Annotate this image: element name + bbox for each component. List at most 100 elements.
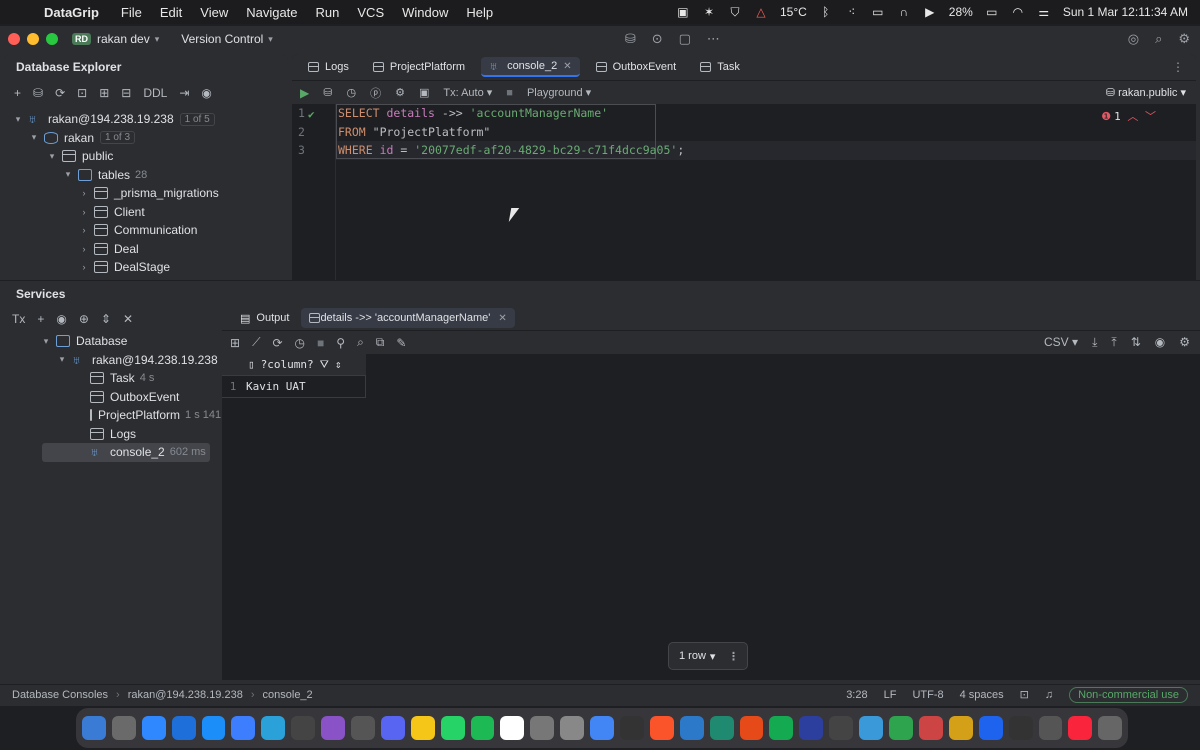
dock-app-icon[interactable] [918, 716, 943, 740]
tab-console-2[interactable]: ♅ console_2 ✕ [481, 57, 580, 77]
eye-icon[interactable]: ◉ [201, 86, 211, 100]
dock-app-icon[interactable] [1008, 716, 1033, 740]
breadcrumb-item[interactable]: rakan@194.238.19.238 [128, 689, 243, 701]
sort-icon[interactable]: ⇕ [335, 358, 342, 371]
cube-icon[interactable]: ▣ [676, 5, 690, 19]
tab-output[interactable]: ▤ Output [232, 308, 297, 328]
dock-app-icon[interactable] [859, 716, 884, 740]
dock-app-icon[interactable] [351, 716, 375, 740]
refresh-icon[interactable]: ⟳ [272, 336, 282, 350]
dock-app-icon[interactable] [410, 716, 435, 740]
expand-icon[interactable]: ▾ [12, 114, 24, 125]
dock-app-icon[interactable] [1038, 716, 1063, 740]
clock[interactable]: Sun 1 Mar 12:11:34 AM [1063, 5, 1188, 19]
table-icon[interactable]: ⊟ [121, 86, 131, 100]
close-icon[interactable]: ✕ [498, 313, 506, 324]
code-area[interactable]: 1 2 3 ✔ SELECT details ->> 'accountManag… [292, 104, 1196, 300]
dock-app-icon[interactable] [978, 716, 1003, 740]
menu-file[interactable]: File [121, 5, 142, 20]
project-switcher[interactable]: RD rakan dev ▾ [72, 32, 159, 46]
chart-icon[interactable]: ⟋ [252, 335, 260, 350]
expand-icon[interactable]: ▾ [56, 354, 68, 365]
expand-all-icon[interactable]: ⇕ [101, 312, 111, 326]
services-icon[interactable]: ⊙ [652, 31, 663, 47]
error-indicator[interactable]: ❶1 ︿ ﹀ [1101, 108, 1156, 124]
license-badge[interactable]: Non-commercial use [1069, 686, 1188, 703]
dock-app-icon[interactable] [769, 716, 794, 740]
search-icon[interactable]: ⌕ [1155, 31, 1162, 47]
schema-icon[interactable]: ⊞ [99, 86, 109, 100]
add-icon[interactable]: + [14, 86, 21, 100]
keyboard-icon[interactable]: ▭ [871, 5, 885, 19]
dock-app-icon[interactable] [201, 716, 226, 740]
tree-table[interactable]: › _prisma_migrations [4, 184, 288, 203]
breadcrumb-item[interactable]: console_2 [263, 689, 313, 701]
history-icon[interactable]: ◷ [346, 86, 356, 99]
table-row[interactable]: 1 Kavin UAT [222, 375, 366, 398]
compare-icon[interactable]: ⧉ [376, 335, 385, 350]
more-icon[interactable]: ⋯ [707, 31, 720, 47]
chevron-right-icon[interactable]: › [78, 225, 90, 235]
dock-app-icon[interactable] [321, 716, 346, 740]
dock-app-icon[interactable] [679, 716, 704, 740]
tab-outboxevent[interactable]: OutboxEvent [588, 57, 685, 77]
services-tree-session[interactable]: Logs [0, 425, 220, 444]
dock-app-icon[interactable] [889, 716, 913, 740]
ai-assistant-icon[interactable]: ◎ [1128, 31, 1139, 47]
settings-icon[interactable]: ⚙ [395, 86, 405, 99]
tree-connection[interactable]: ▾ ♅ rakan@194.238.19.238 1 of 5 [4, 110, 288, 129]
dock-app-icon[interactable] [1098, 716, 1123, 740]
dock-app-icon[interactable] [799, 716, 824, 740]
refresh-icon[interactable]: ⟳ [55, 86, 65, 100]
disconnect-icon[interactable]: ⊡ [77, 86, 87, 100]
caret-position[interactable]: 3:28 [846, 689, 867, 701]
tab-projectplatform[interactable]: ProjectPlatform [365, 57, 473, 77]
grid-view-icon[interactable]: ⊞ [230, 336, 240, 350]
dock-app-icon[interactable] [649, 716, 674, 740]
stop-icon[interactable]: ■ [317, 336, 324, 350]
jump-icon[interactable]: ⇥ [179, 86, 189, 100]
tree-database[interactable]: ▾ rakan 1 of 3 [4, 129, 288, 148]
minimize-window-button[interactable] [27, 33, 39, 45]
database-icon[interactable]: ⛁ [625, 31, 636, 47]
dock-app-icon[interactable] [82, 716, 106, 740]
tab-logs[interactable]: Logs [300, 57, 357, 77]
expand-icon[interactable]: ▾ [62, 169, 74, 180]
tree-tables-folder[interactable]: ▾ tables 28 [4, 166, 288, 185]
services-tree-session[interactable]: Task 4 s [0, 369, 220, 388]
dock-app-icon[interactable] [380, 716, 405, 740]
services-tree-connection[interactable]: ▾ ♅ rakan@194.238.19.238 [0, 351, 220, 370]
menu-app-name[interactable]: DataGrip [44, 5, 99, 20]
tree-table[interactable]: › Deal [4, 240, 288, 259]
line-separator[interactable]: LF [884, 689, 897, 701]
chevron-right-icon[interactable]: › [78, 207, 90, 217]
tab-task[interactable]: Task [692, 57, 748, 77]
dock-app-icon[interactable] [560, 716, 585, 740]
dock-app-icon[interactable] [530, 716, 555, 740]
gear-tray-icon[interactable]: ✶ [702, 5, 716, 19]
tree-schema[interactable]: ▾ public [4, 147, 288, 166]
zoom-window-button[interactable] [46, 33, 58, 45]
file-encoding[interactable]: UTF-8 [912, 689, 943, 701]
menu-window[interactable]: Window [402, 5, 448, 20]
chevron-right-icon[interactable]: › [78, 188, 90, 198]
transpose-icon[interactable]: ⇅ [1131, 335, 1141, 350]
pin-icon[interactable]: ⚲ [336, 336, 345, 350]
dock-app-icon[interactable] [111, 716, 136, 740]
menu-view[interactable]: View [200, 5, 228, 20]
settings-icon[interactable]: ⚙ [1179, 335, 1190, 350]
menu-run[interactable]: Run [316, 5, 340, 20]
menu-edit[interactable]: Edit [160, 5, 182, 20]
breadcrumb-item[interactable]: Database Consoles [12, 689, 108, 701]
collapse-all-icon[interactable]: ✕ [123, 312, 133, 326]
shield-icon[interactable]: ⛉ [728, 5, 742, 19]
dock-app-icon[interactable] [470, 716, 495, 740]
dock-app-icon[interactable] [1068, 716, 1093, 740]
tab-result[interactable]: details ->> 'accountManagerName' ✕ [301, 308, 515, 328]
history-icon[interactable]: ◷ [295, 336, 305, 350]
upload-icon[interactable]: ⤒ [1111, 335, 1116, 350]
explain-icon[interactable]: ⛁ [323, 86, 332, 99]
services-tree-session[interactable]: OutboxEvent [0, 388, 220, 407]
control-center-icon[interactable]: ⚌ [1037, 5, 1051, 19]
lock-icon[interactable]: ⊡ [1020, 688, 1029, 701]
